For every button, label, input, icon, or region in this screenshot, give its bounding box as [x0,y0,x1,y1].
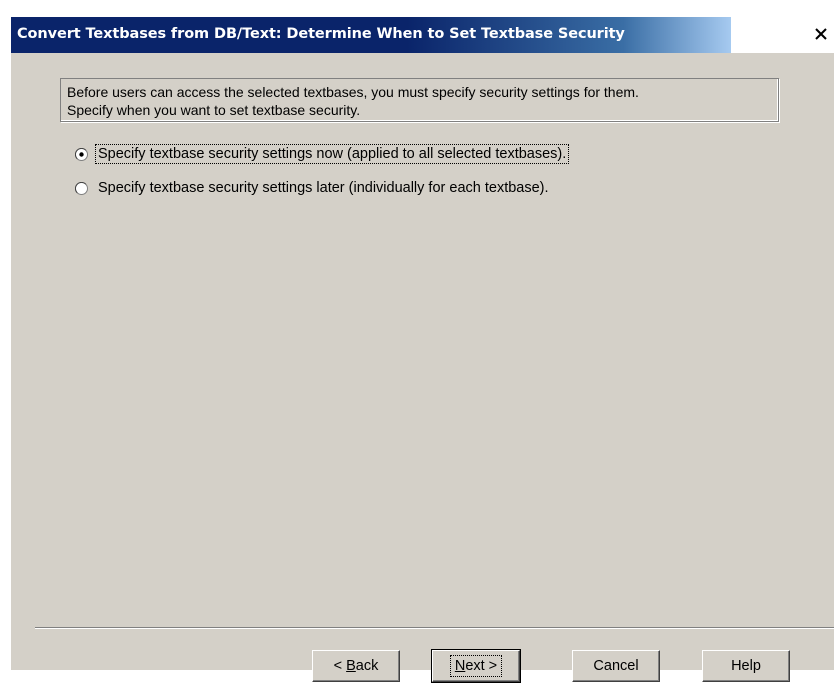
button-separator [35,627,834,629]
next-button-label: Next > [449,655,503,677]
instruction-line-1: Before users can access the selected tex… [67,84,639,100]
next-button[interactable]: Next > [431,649,521,683]
radio-option-later[interactable]: Specify textbase security settings later… [75,179,551,197]
radio-option-now-label: Specify textbase security settings now (… [94,144,570,164]
window-title: Convert Textbases from DB/Text: Determin… [17,26,625,42]
help-button[interactable]: Help [702,650,790,682]
radio-option-now[interactable]: Specify textbase security settings now (… [75,144,570,164]
radio-unselected-icon[interactable] [75,181,88,195]
cancel-button-label: Cancel [593,658,639,674]
back-button-label: < Back [333,658,379,674]
title-bar: Convert Textbases from DB/Text: Determin… [11,9,834,53]
wizard-dialog: Convert Textbases from DB/Text: Determin… [10,8,834,683]
cancel-button[interactable]: Cancel [572,650,660,682]
close-icon [815,28,827,40]
radio-selected-icon[interactable] [75,147,88,161]
close-button[interactable] [810,23,832,45]
help-button-label: Help [731,658,761,674]
back-button[interactable]: < Back [312,650,400,682]
instruction-box: Before users can access the selected tex… [60,78,779,122]
instruction-line-2: Specify when you want to set textbase se… [67,102,361,118]
radio-option-later-label: Specify textbase security settings later… [98,180,549,196]
